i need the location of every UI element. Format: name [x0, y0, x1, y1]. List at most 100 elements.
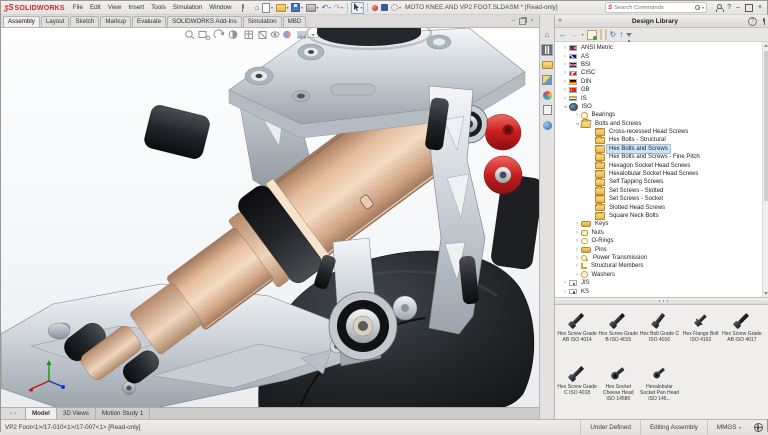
search-scope-caret-icon[interactable]: ▾ — [702, 5, 704, 10]
tree-item-structural-members[interactable]: ›Structural Members — [555, 262, 768, 270]
heads-up-view-toolbar[interactable] — [183, 29, 315, 41]
chevron-right-icon[interactable]: › — [574, 254, 580, 262]
window-restore-button[interactable] — [745, 4, 753, 12]
chevron-right-icon[interactable]: › — [562, 78, 568, 86]
chevron-right-icon[interactable]: › — [574, 246, 580, 254]
tab-mbd[interactable]: MBD — [283, 16, 307, 27]
tree-item-bolts-and-screws[interactable]: ›Bolts and Screws — [555, 120, 768, 128]
menu-insert[interactable]: Insert — [125, 2, 147, 14]
tree-item-hex-bolts-and-screws-fine-pitch[interactable]: Hex Bolts and Screws - Fine Pitch — [555, 153, 768, 161]
tree-item-hexalobular-socket-head-screws[interactable]: Hexalobular Socket Head Screws — [555, 170, 768, 178]
scroll-left-icon[interactable]: ‹ — [10, 411, 12, 417]
tree-item-pins[interactable]: ›Pins — [555, 245, 768, 253]
tab-3d-views[interactable]: 3D Views — [57, 408, 96, 419]
menu-pin-icon[interactable] — [239, 4, 246, 11]
scroll-up-icon[interactable] — [764, 44, 768, 47]
panel-collapse-button[interactable]: « — [558, 15, 562, 27]
select-tool-button[interactable]: ▾ — [351, 2, 365, 14]
tree-item-is[interactable]: ›IS — [555, 94, 768, 102]
tab-sketch[interactable]: Sketch — [70, 16, 99, 27]
chevron-right-icon[interactable]: › — [574, 229, 580, 237]
tab-simulation[interactable]: Simulation — [243, 16, 282, 27]
chevron-right-icon[interactable]: › — [562, 288, 568, 296]
tree-item-nuts[interactable]: ›Nuts — [555, 229, 768, 237]
tab-view-palette[interactable] — [541, 74, 553, 86]
print-button[interactable]: ▾ — [305, 2, 320, 13]
tree-item-self-tapping-screws[interactable]: Self Tapping Screws — [555, 178, 768, 186]
chevron-right-icon[interactable]: › — [562, 279, 568, 287]
tab-custom-properties[interactable] — [541, 104, 553, 116]
chevron-right-icon[interactable]: › — [574, 237, 580, 245]
help-button[interactable]: ? — [727, 4, 731, 11]
menu-tools[interactable]: Tools — [148, 2, 169, 14]
status-web-icon[interactable] — [754, 423, 763, 432]
back-button[interactable]: ← — [559, 29, 567, 40]
status-units-selector[interactable]: MMGS▾ — [707, 420, 750, 435]
tree-item-square-neck-bolts[interactable]: Square Neck Bolts — [555, 212, 768, 220]
save-button[interactable]: ▾ — [290, 2, 304, 13]
window-minimize-button[interactable]: – — [736, 3, 740, 13]
login-user-icon[interactable] — [715, 4, 722, 11]
tab-motion-study-1[interactable]: Motion Study 1 — [96, 408, 150, 419]
tree-item-hex-bolts-structural[interactable]: Hex Bolts - Structural — [555, 136, 768, 144]
chevron-right-icon[interactable]: › — [562, 44, 568, 52]
options-button[interactable]: ▾ — [390, 2, 402, 13]
add-to-library-button[interactable] — [587, 30, 597, 40]
part-hex-bolt-grade-c-iso-4016[interactable]: Hex Bolt Grade C ISO 4016 — [639, 307, 679, 360]
part-hex-screw-grade-ab-iso-4014[interactable]: Hex Screw Grade AB ISO 4014 — [557, 307, 597, 360]
social-button[interactable] — [380, 2, 389, 13]
tree-item-o-rings[interactable]: ›O-Rings — [555, 237, 768, 245]
part-hex-flange-bolt-iso-4162[interactable]: Hex Flange Bolt ISO 4162 — [681, 307, 721, 360]
tree-item-iso[interactable]: ›ISO — [555, 103, 768, 111]
undo-button[interactable]: ↶▾ — [321, 2, 332, 13]
tree-item-cisc[interactable]: ›CISC — [555, 69, 768, 77]
scroll-thumb[interactable] — [764, 51, 768, 201]
tree-item-power-transmission[interactable]: ›Power Transmission — [555, 254, 768, 262]
refresh-button[interactable]: ↻ — [610, 29, 617, 40]
menu-view[interactable]: View — [105, 2, 125, 14]
part-hex-screw-grade-c-iso-4018[interactable]: Hex Screw Grade C ISO 4018 — [557, 360, 597, 413]
doc-minimize-button[interactable]: – — [512, 17, 516, 25]
tab-markup[interactable]: Markup — [100, 16, 131, 27]
chevron-right-icon[interactable]: › — [562, 95, 568, 103]
doc-close-button[interactable]: × — [530, 17, 534, 25]
chevron-right-icon[interactable]: › — [562, 86, 568, 94]
record-button[interactable] — [371, 2, 379, 13]
tree-item-as[interactable]: ›AS — [555, 52, 768, 60]
tree-item-ks[interactable]: ›KS — [555, 287, 768, 295]
chevron-right-icon[interactable]: › — [574, 111, 580, 119]
tree-item-jis[interactable]: ›JIS — [555, 279, 768, 287]
scroll-down-icon[interactable] — [764, 292, 768, 295]
tree-item-washers[interactable]: ›Washers — [555, 271, 768, 279]
scroll-right-icon[interactable]: › — [14, 411, 16, 417]
tree-item-hex-bolts-and-screws[interactable]: Hex Bolts and Screws — [555, 145, 768, 153]
doc-restore-button[interactable] — [519, 18, 526, 25]
graphics-viewport[interactable] — [1, 28, 539, 407]
tab-evaluate[interactable]: Evaluate — [132, 16, 166, 27]
chevron-right-icon[interactable]: › — [562, 69, 568, 77]
tab-layout[interactable]: Layout — [41, 16, 70, 27]
tab-scroll-control[interactable]: ‹› — [1, 408, 26, 419]
tab-model[interactable]: Model — [26, 408, 57, 419]
chevron-down-icon[interactable]: › — [561, 104, 569, 110]
tab-file-explorer[interactable] — [541, 59, 553, 71]
window-close-button[interactable]: × — [758, 3, 762, 13]
part-hex-socket-cheese-head-iso-14580[interactable]: Hex Socket Cheese Head ISO 14580 — [598, 360, 638, 413]
menu-simulation[interactable]: Simulation — [170, 2, 205, 14]
tree-item-bearings[interactable]: ›Bearings — [555, 111, 768, 119]
tab-assembly[interactable]: Assembly — [3, 16, 40, 27]
chevron-right-icon[interactable]: › — [574, 271, 580, 279]
history-caret-icon[interactable]: ▾ — [582, 32, 584, 37]
tree-item-bsi[interactable]: ›BSI — [555, 61, 768, 69]
menu-file[interactable]: File — [70, 2, 86, 14]
open-button[interactable]: ▾ — [275, 2, 290, 13]
search-input[interactable] — [614, 5, 692, 11]
menu-window[interactable]: Window — [206, 2, 234, 14]
panel-pin-icon[interactable] — [760, 18, 767, 25]
new-document-button[interactable]: ▾ — [261, 2, 274, 13]
tab-design-library[interactable] — [541, 44, 553, 56]
search-box[interactable]: S ▾ — [605, 2, 707, 13]
home-button[interactable]: ⌂ — [254, 2, 261, 13]
part-hexalobular-socket-pan-head-iso-14583[interactable]: Hexalobular Socket Pan Head ISO 145... — [639, 360, 679, 413]
panel-help-icon[interactable]: ? — [748, 17, 757, 26]
